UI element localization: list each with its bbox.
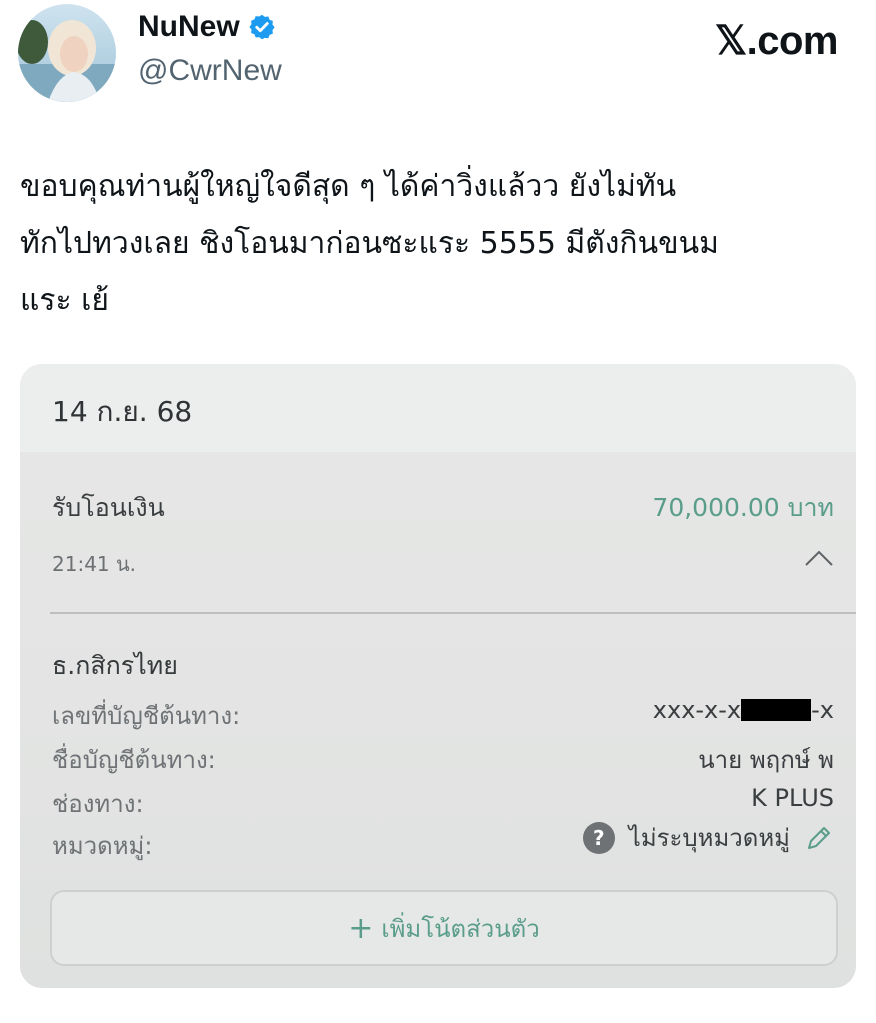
- plus-icon: +: [348, 910, 374, 946]
- tweet-text-line: ขอบคุณท่านผู้ใหญ่ใจดีสุด ๆ ได้ค่าวิ่งแล้…: [20, 169, 677, 204]
- brand-logo: 𝕏.com: [714, 19, 839, 63]
- account-number-label: เลขที่บัญชีต้นทาง:: [52, 702, 241, 730]
- channel-label: ช่องทาง:: [52, 790, 144, 818]
- transaction-amount: 70,000.00 บาท: [652, 493, 834, 522]
- account-number-suffix: -x: [811, 696, 834, 724]
- category-value-group[interactable]: ? ไม่ระบุหมวดหมู่: [582, 818, 834, 857]
- question-mark-icon: ?: [582, 821, 615, 854]
- tweet-text-line: แระ เย้: [20, 283, 109, 318]
- account-name-value: นาย พฤกษ์ พ: [698, 746, 834, 774]
- transaction-type: รับโอนเงิน: [52, 493, 165, 522]
- user-handle[interactable]: @CwrNew: [138, 54, 282, 88]
- verified-check-icon: [248, 13, 276, 41]
- add-note-button[interactable]: + เพิ่มโน้ตส่วนตัว: [50, 890, 838, 966]
- account-number-prefix: xxx-x-x: [652, 696, 742, 724]
- author-name-row: NuNew: [138, 10, 276, 44]
- pencil-icon[interactable]: [804, 823, 834, 853]
- display-name[interactable]: NuNew: [138, 10, 240, 44]
- transfer-receipt-image[interactable]: 14 ก.ย. 68 รับโอนเงิน 70,000.00 บาท 21:4…: [20, 364, 856, 988]
- channel-value: K PLUS: [751, 784, 834, 812]
- redaction-bar: [741, 699, 812, 721]
- chevron-up-icon[interactable]: [804, 548, 834, 568]
- category-label: หมวดหมู่:: [52, 832, 153, 860]
- tweet-text-line: ทักไปทวงเลย ชิงโอนมาก่อนซะแระ 5555 มีตัง…: [20, 226, 719, 261]
- source-bank: ธ.กสิกรไทย: [52, 651, 178, 680]
- account-number-value: xxx-x-x -x: [653, 696, 834, 724]
- transaction-time: 21:41 น.: [52, 552, 137, 576]
- tweet-text: ขอบคุณท่านผู้ใหญ่ใจดีสุด ๆ ได้ค่าวิ่งแล้…: [20, 158, 850, 329]
- avatar[interactable]: [18, 4, 116, 102]
- account-name-label: ชื่อบัญชีต้นทาง:: [52, 746, 216, 774]
- add-note-label: เพิ่มโน้ตส่วนตัว: [381, 914, 540, 943]
- transaction-date: 14 ก.ย. 68: [52, 395, 193, 428]
- divider: [50, 612, 856, 614]
- tweet-header: NuNew @CwrNew 𝕏.com: [0, 0, 876, 120]
- category-value: ไม่ระบุหมวดหมู่: [628, 824, 790, 852]
